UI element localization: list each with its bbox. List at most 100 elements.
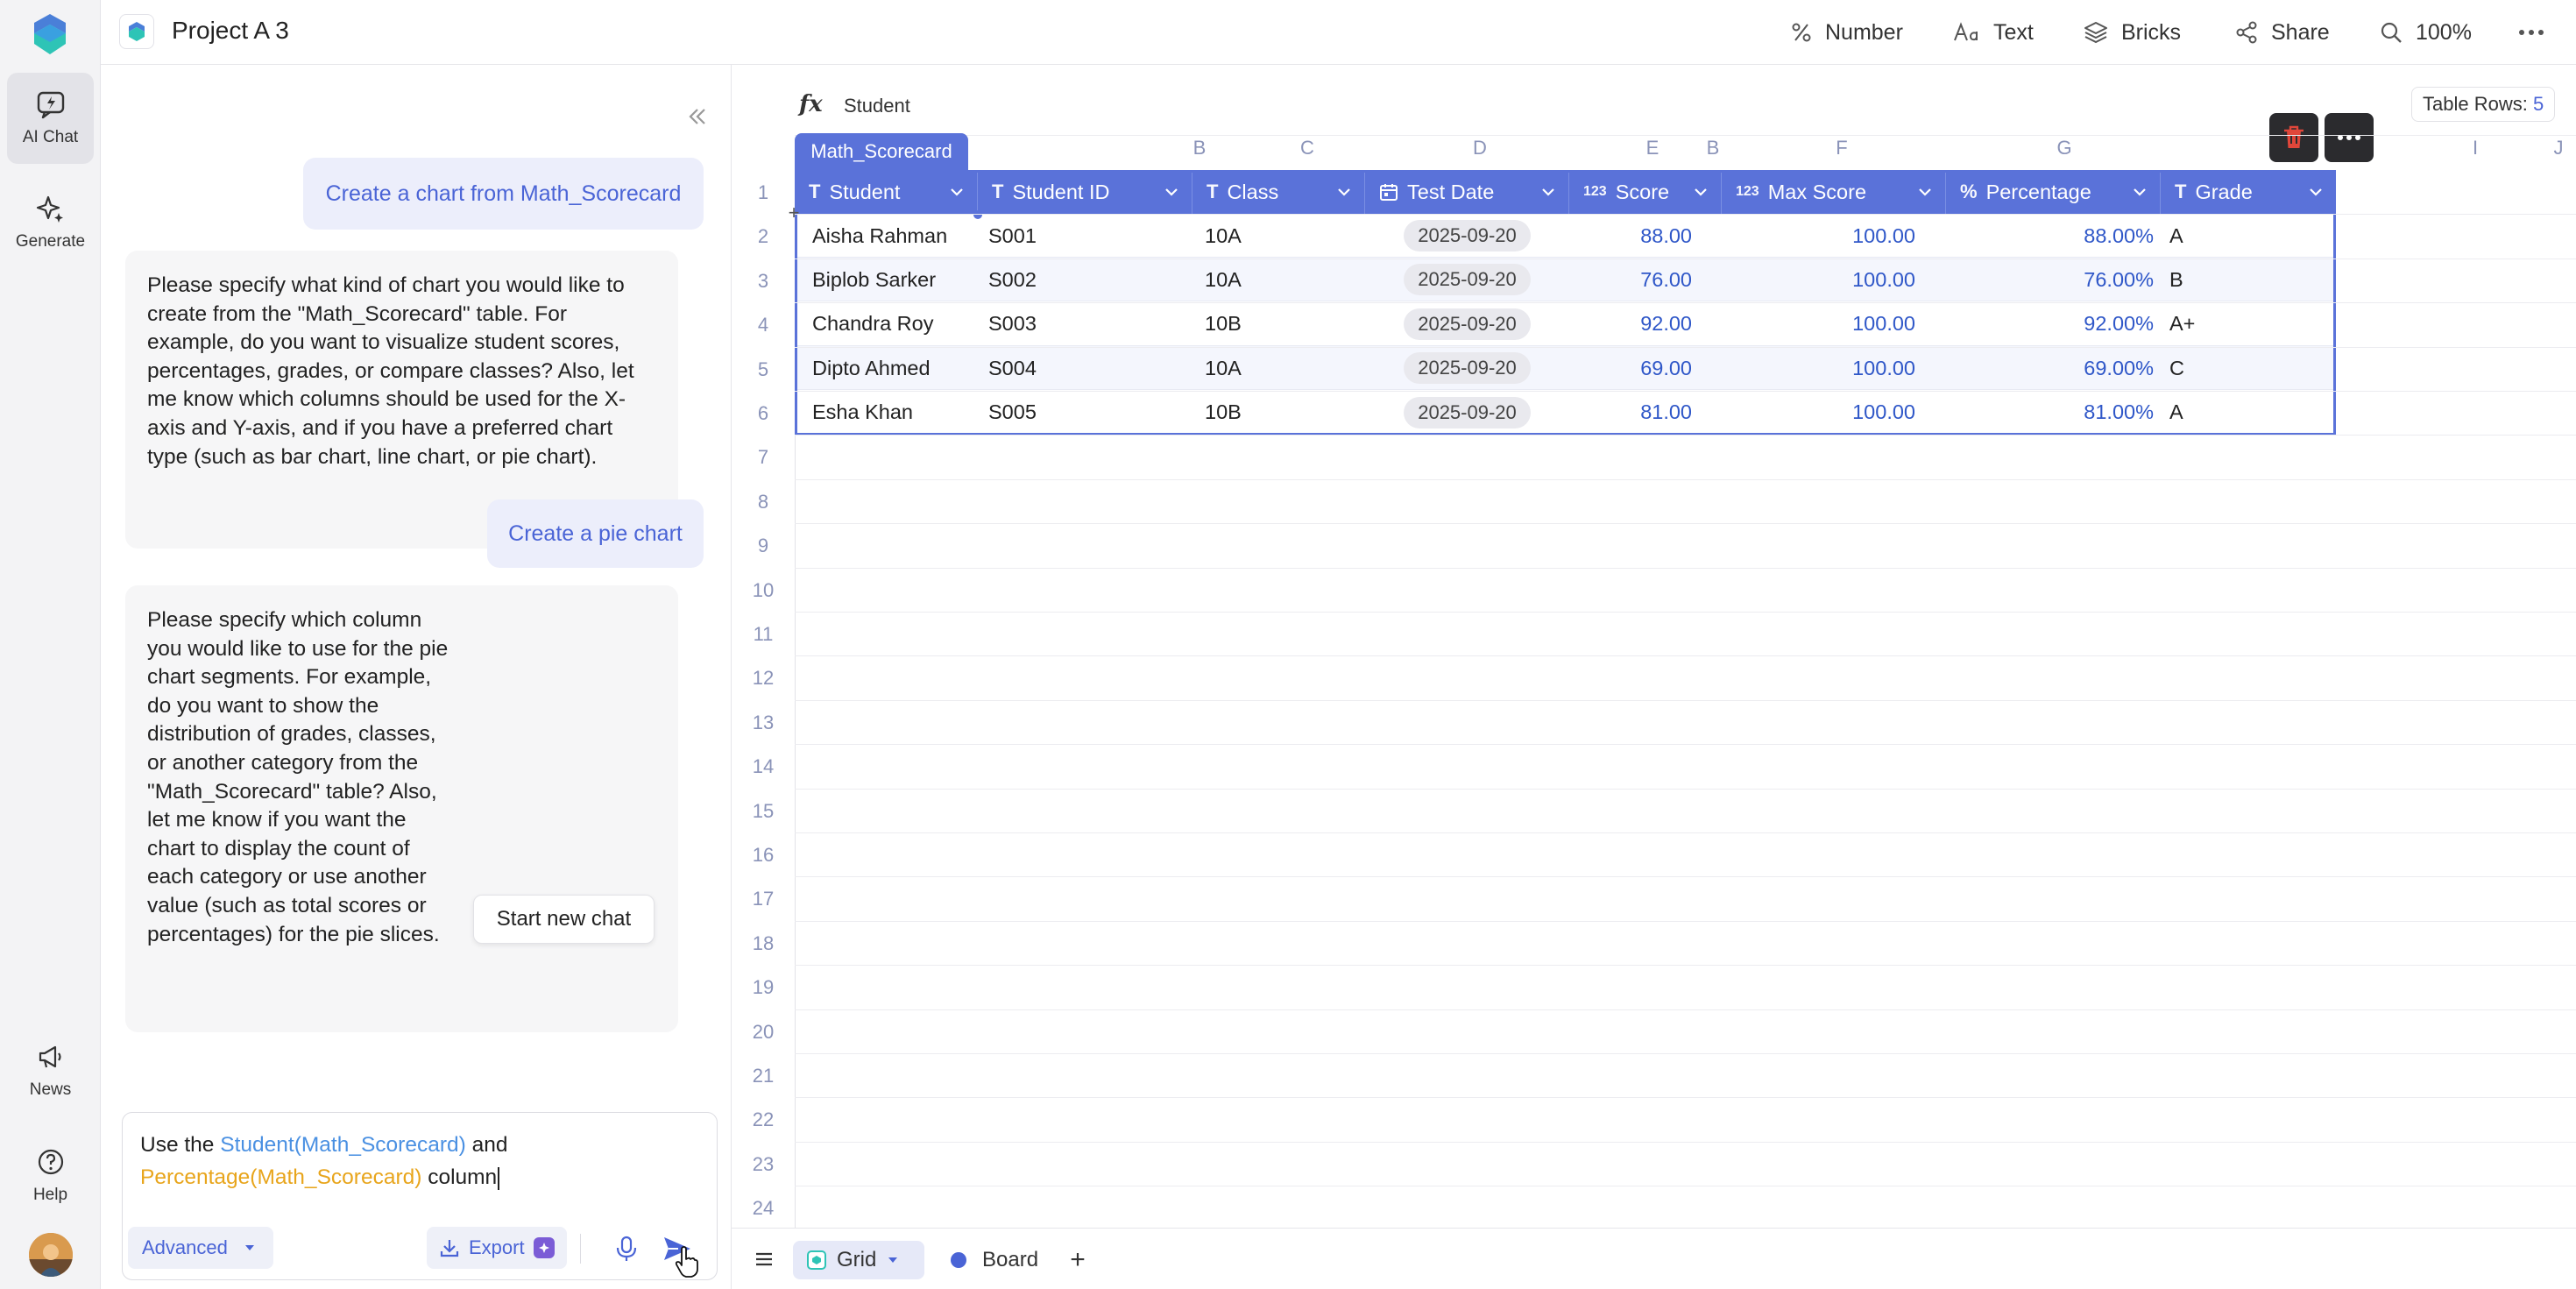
microphone-button[interactable] — [612, 1234, 641, 1264]
cell-score[interactable]: 88.00 — [1569, 214, 1722, 258]
row-number[interactable]: 20 — [732, 1021, 795, 1044]
project-title[interactable]: Project A 3 — [172, 17, 289, 45]
row-number[interactable]: 15 — [732, 800, 795, 823]
table-more-button[interactable] — [2325, 113, 2374, 162]
column-letter-J[interactable]: J — [2541, 137, 2576, 159]
column-header-student-id[interactable]: T Student ID — [978, 170, 1192, 214]
zoom-control[interactable]: 100% — [2379, 0, 2472, 65]
row-number[interactable]: 22 — [732, 1108, 795, 1131]
cell-student[interactable]: Biplob Sarker — [795, 258, 978, 301]
cell-test-date[interactable]: 2025-09-20 — [1365, 346, 1569, 390]
row-number[interactable]: 5 — [732, 358, 795, 381]
column-letter-F[interactable]: F — [1754, 137, 1929, 159]
cell-class[interactable]: 10B — [1192, 302, 1365, 346]
row-number[interactable]: 19 — [732, 976, 795, 999]
cell-test-date[interactable]: 2025-09-20 — [1365, 214, 1569, 258]
row-number[interactable]: 13 — [732, 712, 795, 734]
share-button[interactable]: Share — [2234, 0, 2330, 65]
cell-class[interactable]: 10A — [1192, 346, 1365, 390]
cell-student[interactable]: Chandra Roy — [795, 302, 978, 346]
column-header-max-score[interactable]: 123 Max Score — [1722, 170, 1946, 214]
cell-score[interactable]: 69.00 — [1569, 346, 1722, 390]
column-header-student[interactable]: T Student — [795, 170, 978, 214]
row-number[interactable]: 11 — [732, 623, 795, 646]
row-number[interactable]: 4 — [732, 314, 795, 336]
user-avatar[interactable] — [29, 1233, 73, 1277]
row-number[interactable]: 21 — [732, 1065, 795, 1087]
cell-percentage[interactable]: 81.00% — [1946, 391, 2161, 435]
cell-student[interactable]: Dipto Ahmed — [795, 346, 978, 390]
row-number[interactable]: 12 — [732, 667, 795, 690]
cell-score[interactable]: 76.00 — [1569, 258, 1722, 301]
cell-max-score[interactable]: 100.00 — [1722, 302, 1946, 346]
cell-grade[interactable]: C — [2161, 346, 2336, 390]
row-number[interactable]: 6 — [732, 402, 795, 425]
cell-score[interactable]: 81.00 — [1569, 391, 1722, 435]
row-number[interactable]: 16 — [732, 844, 795, 867]
cell-max-score[interactable]: 100.00 — [1722, 346, 1946, 390]
row-number[interactable]: 10 — [732, 579, 795, 602]
chevron-down-icon[interactable] — [2308, 184, 2324, 200]
cell-max-score[interactable]: 100.00 — [1722, 214, 1946, 258]
column-header-test-date[interactable]: Test Date — [1365, 170, 1569, 214]
row-number[interactable]: 1 — [732, 181, 795, 204]
column-header-class[interactable]: T Class — [1192, 170, 1365, 214]
row-number[interactable]: 7 — [732, 446, 795, 469]
cell-test-date[interactable]: 2025-09-20 — [1365, 258, 1569, 301]
cell-student-id[interactable]: S004 — [978, 346, 1192, 390]
start-new-chat-button[interactable]: Start new chat — [473, 895, 655, 944]
row-number[interactable]: 23 — [732, 1153, 795, 1176]
cell-percentage[interactable]: 88.00% — [1946, 214, 2161, 258]
chevron-down-icon[interactable] — [1917, 184, 1933, 200]
row-number[interactable]: 3 — [732, 270, 795, 293]
rail-news[interactable]: News — [7, 1025, 94, 1116]
cell-grade[interactable]: A — [2161, 391, 2336, 435]
more-menu-button[interactable] — [2517, 0, 2558, 65]
app-logo[interactable] — [32, 12, 68, 56]
rail-generate[interactable]: Generate — [7, 177, 94, 268]
cell-class[interactable]: 10B — [1192, 391, 1365, 435]
chevron-down-icon[interactable] — [2132, 184, 2148, 200]
cell-max-score[interactable]: 100.00 — [1722, 391, 1946, 435]
chat-composer[interactable]: Use the Student(Math_Scorecard) and Perce… — [122, 1112, 718, 1280]
views-menu-button[interactable] — [753, 1248, 775, 1271]
row-number[interactable]: 2 — [732, 225, 795, 248]
column-letter-E[interactable]: E — [1565, 137, 1740, 159]
cell-class[interactable]: 10A — [1192, 214, 1365, 258]
cell-grade[interactable]: A+ — [2161, 302, 2336, 346]
rail-help[interactable]: Help — [7, 1130, 94, 1222]
row-number[interactable]: 14 — [732, 755, 795, 778]
chevron-down-icon[interactable] — [949, 184, 965, 200]
export-button[interactable]: Export — [427, 1227, 567, 1269]
collapse-panel-button[interactable] — [686, 105, 709, 128]
chevron-down-icon[interactable] — [1164, 184, 1179, 200]
cell-percentage[interactable]: 69.00% — [1946, 346, 2161, 390]
cell-student[interactable]: Aisha Rahman — [795, 214, 978, 258]
cell-student-id[interactable]: S005 — [978, 391, 1192, 435]
view-tab-board[interactable]: Board — [940, 1241, 1038, 1279]
text-button[interactable]: Text — [1953, 0, 2034, 65]
cell-class[interactable]: 10A — [1192, 258, 1365, 301]
column-header-score[interactable]: 123 Score — [1569, 170, 1722, 214]
cell-max-score[interactable]: 100.00 — [1722, 258, 1946, 301]
column-ref-student[interactable]: Student(Math_Scorecard) — [220, 1133, 466, 1157]
cell-grade[interactable]: A — [2161, 214, 2336, 258]
cell-student-id[interactable]: S003 — [978, 302, 1192, 346]
number-button[interactable]: Number — [1790, 0, 1903, 65]
cell-student[interactable]: Esha Khan — [795, 391, 978, 435]
row-number[interactable]: 8 — [732, 491, 795, 513]
advanced-dropdown[interactable]: Advanced — [128, 1227, 273, 1269]
cell-grade[interactable]: B — [2161, 258, 2336, 301]
cell-score[interactable]: 92.00 — [1569, 302, 1722, 346]
bricks-button[interactable]: Bricks — [2083, 0, 2181, 65]
column-ref-percentage[interactable]: Percentage(Math_Scorecard) — [140, 1165, 421, 1189]
formula-value[interactable]: Student — [844, 95, 910, 117]
cell-student-id[interactable]: S002 — [978, 258, 1192, 301]
cell-percentage[interactable]: 92.00% — [1946, 302, 2161, 346]
delete-table-button[interactable] — [2269, 113, 2318, 162]
cell-percentage[interactable]: 76.00% — [1946, 258, 2161, 301]
cell-test-date[interactable]: 2025-09-20 — [1365, 391, 1569, 435]
chevron-down-icon[interactable] — [1336, 184, 1352, 200]
row-number[interactable]: 24 — [732, 1197, 795, 1220]
chevron-down-icon[interactable] — [1540, 184, 1556, 200]
